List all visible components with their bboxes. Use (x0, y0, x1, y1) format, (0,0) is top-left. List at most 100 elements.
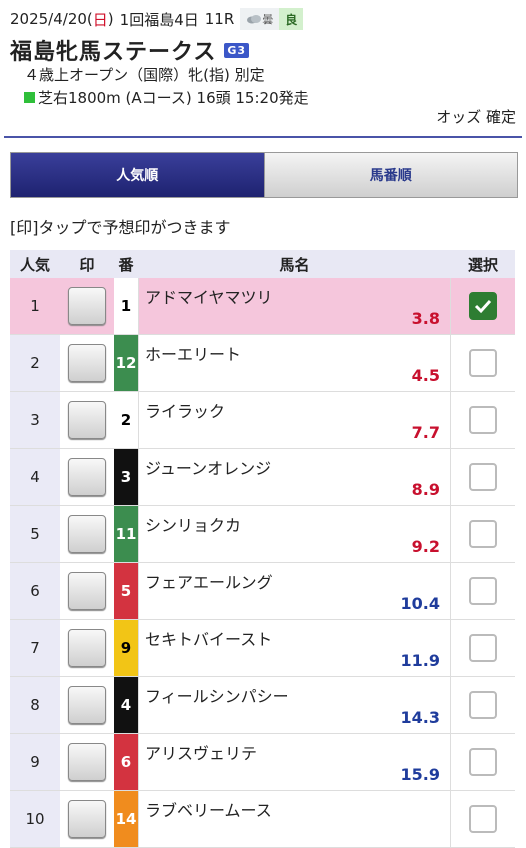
odds-value: 7.7 (411, 423, 440, 442)
odds-value: 3.8 (411, 309, 440, 328)
horse-number: 3 (114, 449, 138, 505)
horse-number: 6 (114, 734, 138, 790)
race-course-info: 芝右1800m (Aコース) 16頭 15:20発走 (24, 87, 309, 108)
horse-name[interactable]: フィールシンパシー (145, 683, 289, 707)
select-cell (451, 392, 515, 448)
popularity-cell: 5 (10, 506, 60, 562)
select-checkbox[interactable] (469, 463, 497, 491)
race-name: 福島牝馬ステークス (10, 40, 217, 65)
race-title: 福島牝馬ステークス G3 (10, 34, 250, 66)
horse-name-cell: アリスヴェリテ 15.9 (138, 734, 451, 790)
table-row: 1 1 アドマイヤマツリ 3.8 (10, 278, 515, 335)
mark-cell (60, 278, 114, 334)
col-popularity: 人気 (19, 255, 50, 274)
mark-button[interactable] (68, 401, 106, 439)
select-cell (451, 791, 515, 847)
course-text: 芝右1800m (Aコース) 16頭 15:20発走 (38, 89, 309, 107)
mark-cell (60, 734, 114, 790)
select-cell (451, 335, 515, 391)
horse-name[interactable]: シンリョクカ (145, 512, 241, 536)
weather-text: 曇 (262, 13, 274, 26)
horse-name[interactable]: アドマイヤマツリ (145, 284, 273, 308)
table-row: 5 11 シンリョクカ 9.2 (10, 506, 515, 563)
sort-tabs: 人気順 馬番順 (10, 152, 518, 198)
turf-icon (24, 92, 35, 103)
odds-value: 4.5 (411, 366, 440, 385)
mark-hint: [印]タップで予想印がつきます (10, 218, 231, 237)
mark-cell (60, 392, 114, 448)
popularity-cell: 7 (10, 620, 60, 676)
horse-name[interactable]: ラブベリームース (145, 797, 272, 821)
popularity-cell: 2 (10, 335, 60, 391)
race-number: 11R (204, 10, 235, 28)
horse-name[interactable]: フェアエールング (145, 569, 273, 593)
table-row: 3 2 ライラック 7.7 (10, 392, 515, 449)
mark-cell (60, 791, 114, 847)
race-date: 2025/4/20 (10, 10, 87, 28)
odds-value: 15.9 (400, 765, 440, 784)
horse-name-cell: ライラック 7.7 (138, 392, 451, 448)
select-checkbox[interactable] (469, 577, 497, 605)
select-checkbox[interactable] (469, 691, 497, 719)
mark-button[interactable] (68, 686, 106, 724)
select-cell (451, 734, 515, 790)
horse-name[interactable]: ホーエリート (145, 341, 241, 365)
odds-value: 8.9 (411, 480, 440, 499)
odds-status: オッズ 確定 (436, 108, 516, 126)
horse-name[interactable]: セキトバイースト (145, 626, 272, 650)
horse-name[interactable]: ライラック (145, 398, 225, 422)
mark-button[interactable] (68, 743, 106, 781)
horse-name-cell: セキトバイースト 11.9 (138, 620, 451, 676)
tab-popularity[interactable]: 人気順 (11, 153, 264, 197)
race-header: 2025/4/20(日) 1回福島4日 11R 曇 良 福島牝馬ステークス G3… (0, 0, 526, 140)
tab-horse-number[interactable]: 馬番順 (263, 153, 517, 197)
col-number: 番 (118, 255, 134, 274)
select-checkbox[interactable] (469, 520, 497, 548)
table-row: 2 12 ホーエリート 4.5 (10, 335, 515, 392)
select-cell (451, 449, 515, 505)
col-name: 馬名 (279, 255, 310, 274)
mark-button[interactable] (68, 458, 106, 496)
select-checkbox[interactable] (469, 748, 497, 776)
select-checkbox[interactable] (469, 292, 497, 320)
horse-number: 11 (114, 506, 138, 562)
table-row: 10 14 ラブベリームース (10, 791, 515, 848)
mark-cell (60, 677, 114, 733)
table-row: 9 6 アリスヴェリテ 15.9 (10, 734, 515, 791)
horse-name-cell: ホーエリート 4.5 (138, 335, 451, 391)
odds-table: 人気 印 番 馬名 選択 1 1 アドマイヤマツリ 3.8 2 12 ホーエリート 4.5 3 2… (10, 250, 515, 848)
table-row: 4 3 ジューンオレンジ 8.9 (10, 449, 515, 506)
horse-name-cell: ジューンオレンジ 8.9 (138, 449, 451, 505)
race-conditions: ４歳上オープン（国際）牝(指) 別定 (24, 66, 265, 84)
popularity-cell: 1 (10, 278, 60, 334)
check-icon (474, 299, 492, 314)
select-checkbox[interactable] (469, 634, 497, 662)
cloud-icon (247, 15, 262, 24)
mark-button[interactable] (68, 629, 106, 667)
race-meta-line: 2025/4/20(日) 1回福島4日 11R 曇 良 (10, 8, 304, 30)
col-mark: 印 (79, 255, 95, 274)
grade-badge: G3 (224, 42, 250, 58)
horse-name[interactable]: アリスヴェリテ (145, 740, 257, 764)
popularity-cell: 8 (10, 677, 60, 733)
horse-name-cell: フィールシンパシー 14.3 (138, 677, 451, 733)
odds-value: 14.3 (400, 708, 440, 727)
select-checkbox[interactable] (469, 406, 497, 434)
mark-button[interactable] (68, 800, 106, 838)
mark-button[interactable] (68, 344, 106, 382)
select-cell (451, 563, 515, 619)
select-checkbox[interactable] (469, 805, 497, 833)
horse-number: 9 (114, 620, 138, 676)
horse-name[interactable]: ジューンオレンジ (145, 455, 271, 479)
select-checkbox[interactable] (469, 349, 497, 377)
horse-number: 2 (114, 392, 138, 448)
mark-button[interactable] (68, 572, 106, 610)
mark-button[interactable] (68, 515, 106, 553)
popularity-cell: 10 (10, 791, 60, 847)
popularity-cell: 9 (10, 734, 60, 790)
mark-button[interactable] (68, 287, 106, 325)
horse-number: 12 (114, 335, 138, 391)
mark-cell (60, 620, 114, 676)
col-select: 選択 (467, 255, 498, 274)
table-body: 1 1 アドマイヤマツリ 3.8 2 12 ホーエリート 4.5 3 2 ライラック 7.7 4 3 ジュー… (10, 278, 515, 848)
